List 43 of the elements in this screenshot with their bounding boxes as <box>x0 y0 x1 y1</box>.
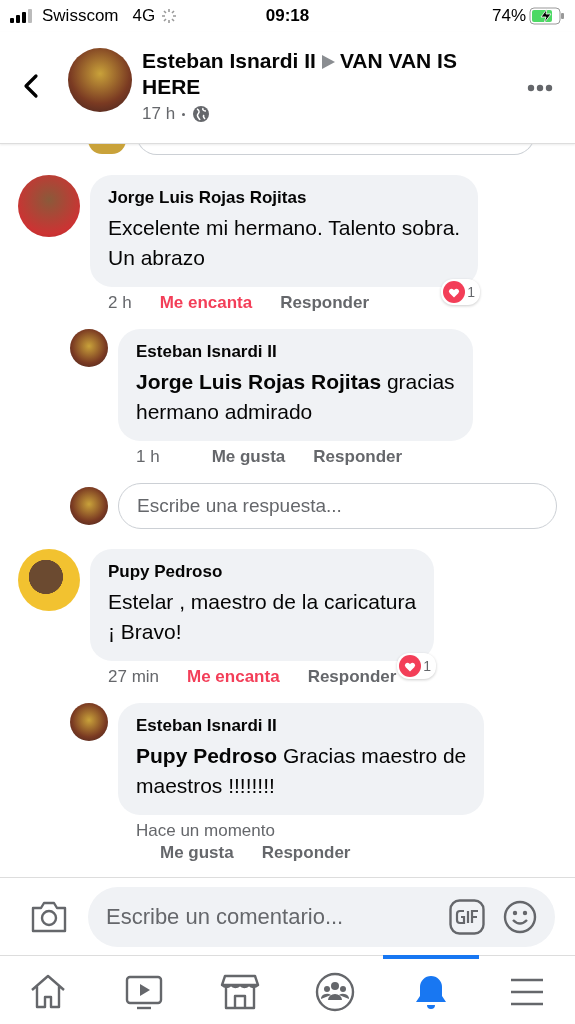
reaction-link[interactable]: Me encanta <box>159 293 253 313</box>
comment-author[interactable]: Jorge Luis Rojas Rojitas <box>108 187 461 209</box>
comment-text: Pupy Pedroso Gracias maestro de maestros !!!!!!!! <box>136 743 467 799</box>
reaction-link[interactable]: Me encanta <box>187 667 280 687</box>
heart-reaction-icon <box>399 655 422 677</box>
avatar-photo[interactable] <box>70 703 108 741</box>
gif-icon[interactable] <box>449 898 485 935</box>
reaction-count-badge[interactable]: 1 <box>397 653 437 679</box>
camera-icon[interactable] <box>30 899 68 934</box>
network-type: 4G <box>132 6 156 26</box>
reply-link[interactable]: Responder <box>280 293 370 313</box>
groups-icon <box>315 971 356 1012</box>
post-title: Esteban Isnardi II VAN VAN IS HERE <box>142 48 458 100</box>
heart-reaction-icon <box>443 281 466 303</box>
reply-link[interactable]: Responder <box>261 843 351 863</box>
post-time: 17 h <box>142 104 176 124</box>
comment-text: Excelente mi hermano. Talento sobra. Un abrazo <box>108 215 461 271</box>
reply-link[interactable]: Responder <box>307 667 397 687</box>
reaction-count-badge[interactable]: 1 <box>441 279 481 305</box>
battery-percentage: 74% <box>492 6 526 26</box>
comment-author[interactable]: Esteban Isnardi II <box>136 715 467 737</box>
loading-spinner-icon <box>161 8 178 24</box>
comment-text: Jorge Luis Rojas Rojitas gracias hermano admirado <box>136 369 455 425</box>
avatar-photo[interactable] <box>70 487 108 525</box>
separator-dot <box>182 112 186 116</box>
reaction-link[interactable]: Me gusta <box>160 843 234 863</box>
comment-author[interactable]: Esteban Isnardi II <box>136 341 455 363</box>
globe-icon <box>192 105 211 123</box>
avatar-photo[interactable] <box>70 329 108 367</box>
comment-time: 2 h <box>108 293 132 313</box>
carrier-name: Swisscom <box>42 6 119 26</box>
triangle-icon <box>319 54 336 71</box>
comment-time: Hace un momento <box>136 821 275 841</box>
comment-input-field[interactable]: Escribe un comentario... <box>88 886 555 947</box>
avatar-photo <box>88 144 126 154</box>
comment-time: 27 min <box>108 667 160 687</box>
emoji-icon[interactable] <box>503 899 537 934</box>
clock-time: 09:18 <box>265 6 310 26</box>
reaction-link[interactable]: Me gusta <box>211 447 286 467</box>
comment-text: Estelar , maestro de la caricatura ¡ Bravo! <box>108 589 417 645</box>
comment-author[interactable]: Pupy Pedroso <box>108 561 417 583</box>
comment-time: 1 h <box>136 447 160 467</box>
reply-link[interactable]: Responder <box>313 447 403 467</box>
